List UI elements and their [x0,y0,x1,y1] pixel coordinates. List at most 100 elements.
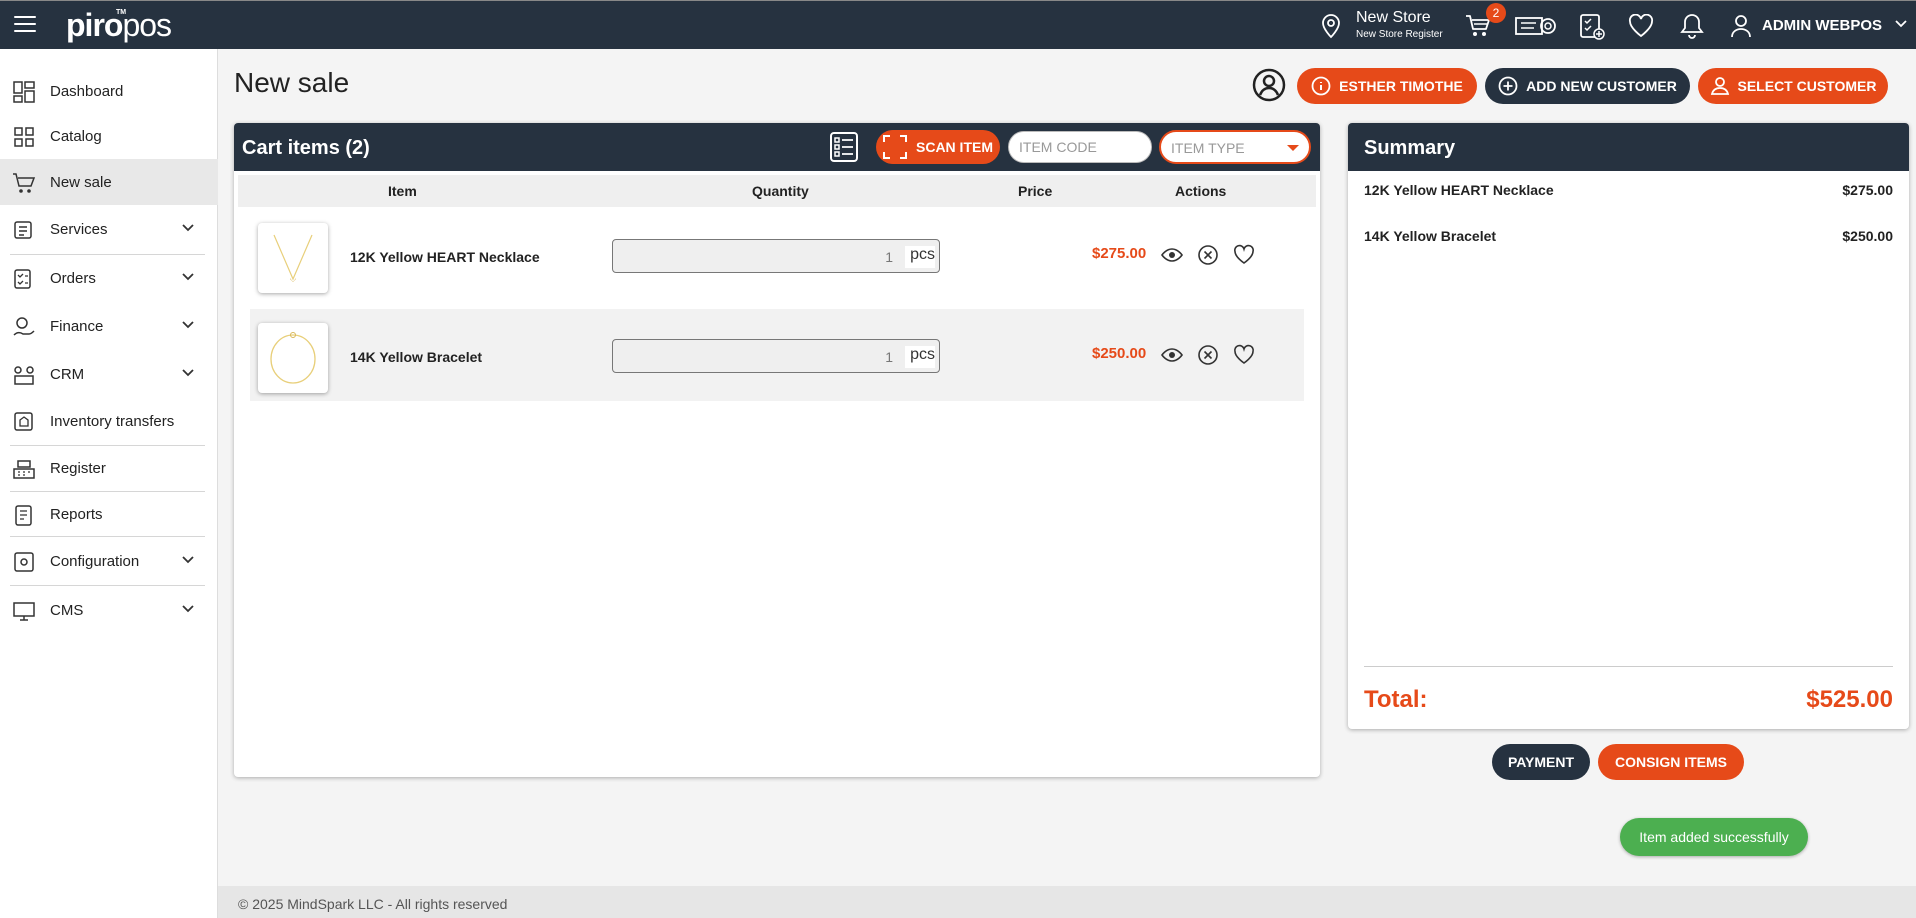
favorite-icon[interactable] [1232,343,1256,367]
sidebar-item-label: New sale [50,174,112,191]
store-selector[interactable]: New Store New Store Register [1356,10,1443,40]
item-code-input[interactable] [1008,131,1152,163]
sidebar-item-label: CRM [50,366,85,383]
scan-icon [883,135,907,159]
chevron-down-icon[interactable] [1895,19,1907,29]
chevron-down-icon [182,321,194,329]
select-customer-button[interactable]: SELECT CUSTOMER [1698,68,1888,104]
sidebar-item-catalog[interactable]: Catalog [0,113,218,159]
customer-avatar-icon[interactable] [1252,68,1286,102]
crm-icon [14,366,34,385]
customer-info-button[interactable]: ESTHER TIMOTHE [1297,68,1477,104]
chevron-down-icon [182,273,194,281]
scan-item-button[interactable]: SCAN ITEM [876,130,1000,164]
reports-icon [15,505,32,526]
total-label: Total: [1364,686,1428,713]
item-price: $275.00 [1092,245,1147,262]
chevron-down-icon [182,224,194,232]
sidebar: Dashboard Catalog New sale Services Orde… [0,49,218,918]
configuration-icon [14,552,34,572]
plus-circle-icon [1498,76,1518,96]
view-icon[interactable] [1160,243,1184,267]
item-type-select[interactable]: ITEM TYPE [1159,130,1311,164]
sidebar-item-label: Orders [50,270,96,287]
sidebar-item-label: Inventory transfers [50,413,175,430]
sidebar-item-label: Reports [50,506,103,523]
sidebar-item-label: Register [50,460,106,477]
table-row: 12K Yellow HEART Necklace 1 pcs $275.00 [250,209,1304,301]
quantity-value: 1 [885,349,893,365]
sidebar-item-dashboard[interactable]: Dashboard [0,68,218,114]
cart-table-header: Item Quantity Price Actions [238,175,1316,207]
location-icon[interactable] [1320,13,1342,39]
sidebar-item-new-sale[interactable]: New sale [0,159,218,205]
info-icon [1311,76,1331,96]
checklist-icon[interactable] [1578,13,1606,41]
quantity-unit: pcs [905,246,935,268]
summary-item-name: 14K Yellow Bracelet [1364,228,1497,244]
remove-icon[interactable] [1196,243,1220,267]
quantity-unit: pcs [905,346,935,368]
footer: © 2025 MindSpark LLC - All rights reserv… [218,886,1916,918]
customer-name: ESTHER TIMOTHE [1339,78,1463,94]
consign-items-button[interactable]: CONSIGN ITEMS [1598,744,1744,780]
success-toast: Item added successfully [1620,818,1808,856]
page-title: New sale [234,67,350,98]
item-name: 14K Yellow Bracelet [350,349,483,365]
heart-icon[interactable] [1628,14,1654,38]
sidebar-item-reports[interactable]: Reports [0,491,218,537]
column-quantity: Quantity [752,183,809,199]
dashboard-icon [13,81,35,103]
sidebar-item-label: CMS [50,602,84,619]
logo[interactable]: piropos TM [66,7,172,44]
ticket-icon[interactable] [1514,15,1558,37]
sidebar-item-label: Services [50,221,108,238]
cms-icon [13,602,35,621]
remove-icon[interactable] [1196,343,1220,367]
sidebar-item-cms[interactable]: CMS [0,587,218,633]
catalog-icon [14,127,34,147]
sidebar-item-register[interactable]: Register [0,445,218,491]
menu-icon[interactable] [14,16,36,34]
sidebar-item-label: Finance [50,318,104,335]
item-name: 12K Yellow HEART Necklace [350,249,540,265]
item-type-placeholder: ITEM TYPE [1171,140,1245,156]
sidebar-item-crm[interactable]: CRM [0,351,218,397]
quantity-input[interactable]: 1 pcs [612,239,940,273]
add-customer-label: ADD NEW CUSTOMER [1526,78,1677,94]
chevron-down-icon [182,605,194,613]
summary-line: 14K Yellow Bracelet $250.00 [1364,228,1893,244]
top-bar: piropos TM New Store New Store Register … [0,0,1916,49]
summary-item-name: 12K Yellow HEART Necklace [1364,182,1554,198]
sidebar-item-services[interactable]: Services [0,206,218,252]
add-customer-button[interactable]: ADD NEW CUSTOMER [1485,68,1690,104]
services-icon [14,221,32,239]
cart-header: Cart items (2) SCAN ITEM ITEM TYPE [234,123,1320,171]
cart-count-badge: 2 [1486,3,1506,23]
sidebar-item-inventory-transfers[interactable]: Inventory transfers [0,398,218,444]
table-row: 14K Yellow Bracelet 1 pcs $250.00 [250,309,1304,401]
register-icon [13,460,35,479]
sidebar-item-finance[interactable]: Finance [0,303,218,349]
list-view-icon[interactable] [829,131,859,163]
favorite-icon[interactable] [1232,243,1256,267]
summary-title: Summary [1364,137,1456,159]
sidebar-item-configuration[interactable]: Configuration [0,538,218,584]
column-item: Item [388,183,417,199]
summary-item-price: $275.00 [1842,182,1893,198]
item-price: $250.00 [1092,345,1147,362]
quantity-input[interactable]: 1 pcs [612,339,940,373]
product-image [258,323,328,393]
user-menu[interactable]: ADMIN WEBPOS [1762,17,1882,34]
user-icon[interactable] [1730,14,1752,38]
store-register: New Store Register [1356,29,1443,40]
sidebar-item-orders[interactable]: Orders [0,255,218,301]
payment-button[interactable]: PAYMENT [1492,744,1590,780]
chevron-down-icon [182,556,194,564]
payment-label: PAYMENT [1507,754,1575,770]
bell-icon[interactable] [1680,12,1704,40]
inventory-icon [14,412,33,431]
summary-divider [1364,666,1893,667]
column-actions: Actions [1175,183,1227,199]
view-icon[interactable] [1160,343,1184,367]
